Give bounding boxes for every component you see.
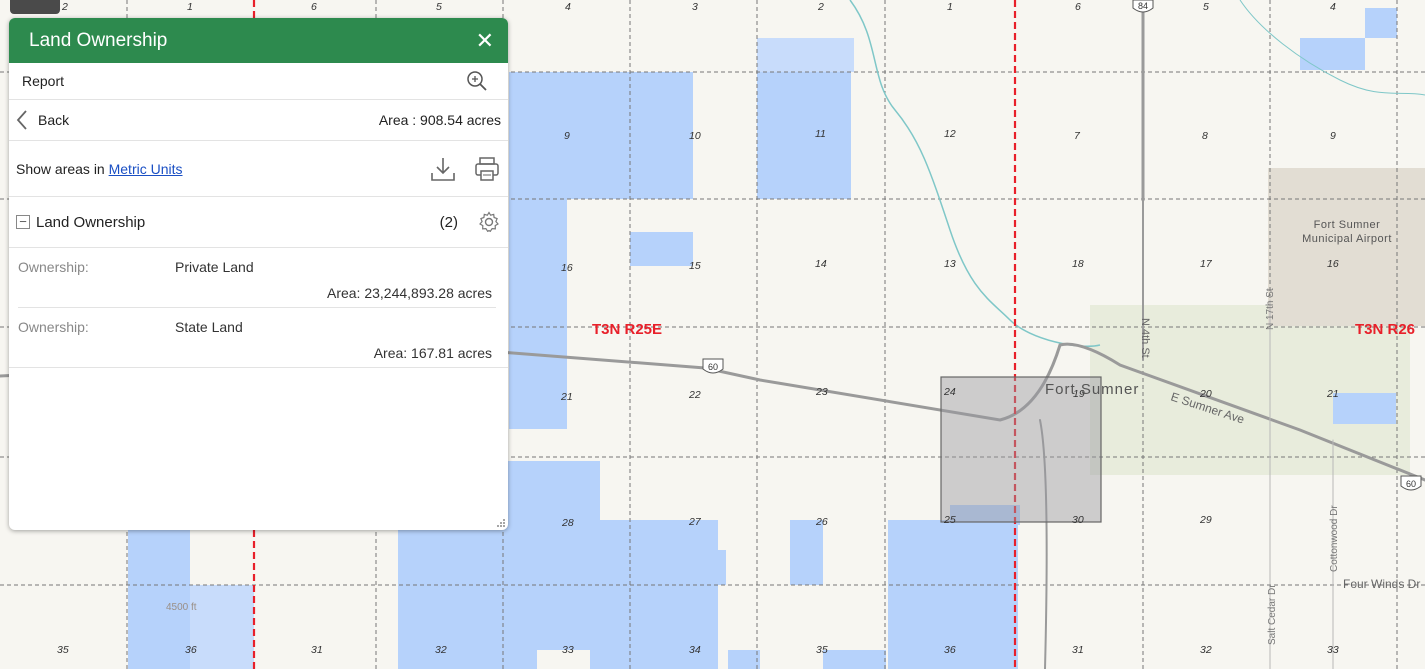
svg-text:29: 29 bbox=[1199, 514, 1212, 526]
highway-shield-60-icon: 60 bbox=[702, 358, 724, 374]
svg-text:27: 27 bbox=[688, 516, 702, 528]
svg-text:31: 31 bbox=[1072, 644, 1084, 656]
svg-text:84: 84 bbox=[1138, 1, 1148, 11]
svg-text:10: 10 bbox=[689, 130, 701, 142]
svg-text:5: 5 bbox=[1203, 1, 1209, 13]
svg-text:14: 14 bbox=[815, 258, 827, 270]
back-row: Back Area : 908.54 acres bbox=[9, 100, 508, 141]
township-label: T3N R25E bbox=[592, 321, 662, 338]
svg-text:33: 33 bbox=[562, 644, 574, 656]
layer-count: (2) bbox=[439, 213, 458, 231]
highway-shield-84-icon: 84 bbox=[1132, 0, 1154, 13]
svg-text:60: 60 bbox=[708, 362, 718, 372]
town-label: Fort Sumner bbox=[1045, 381, 1139, 398]
svg-text:32: 32 bbox=[435, 644, 447, 656]
svg-text:21: 21 bbox=[1326, 388, 1339, 400]
svg-text:35: 35 bbox=[816, 644, 828, 656]
show-areas-label: Show areas in bbox=[16, 160, 105, 177]
svg-text:36: 36 bbox=[185, 644, 197, 656]
layer-row: − Land Ownership (2) bbox=[9, 197, 508, 248]
svg-text:16: 16 bbox=[1327, 258, 1339, 270]
road-label: Salt Cedar Dr bbox=[1267, 584, 1278, 645]
ownership-area: Area: 167.81 acres bbox=[373, 345, 492, 361]
svg-text:34: 34 bbox=[689, 644, 701, 656]
ownership-key: Ownership: bbox=[18, 319, 89, 335]
back-label: Back bbox=[38, 112, 70, 128]
road-label: Four Winds Dr bbox=[1343, 577, 1420, 591]
svg-text:11: 11 bbox=[815, 128, 826, 140]
svg-text:23: 23 bbox=[815, 386, 828, 398]
close-icon[interactable]: ✕ bbox=[476, 29, 494, 52]
ownership-area: Area: 23,244,893.28 acres bbox=[326, 285, 492, 301]
svg-text:28: 28 bbox=[561, 517, 574, 529]
svg-text:9: 9 bbox=[1330, 130, 1336, 142]
svg-text:4: 4 bbox=[565, 1, 571, 13]
township-label: T3N R26 bbox=[1355, 321, 1415, 338]
layer-name: Land Ownership bbox=[36, 213, 146, 231]
svg-text:17: 17 bbox=[1200, 258, 1213, 270]
svg-text:1: 1 bbox=[947, 1, 953, 13]
zoom-to-icon[interactable] bbox=[466, 70, 488, 92]
ownership-value: State Land bbox=[175, 319, 243, 335]
area-total: Area : 908.54 acres bbox=[378, 112, 501, 128]
svg-text:24: 24 bbox=[943, 386, 956, 398]
collapse-toggle[interactable]: − bbox=[16, 215, 30, 229]
land-ownership-panel: Land Ownership ✕ Report Back Area : 908.… bbox=[9, 18, 508, 530]
svg-text:31: 31 bbox=[311, 644, 323, 656]
svg-text:2: 2 bbox=[61, 1, 68, 13]
road-label: N 4th St bbox=[1139, 318, 1151, 358]
road-label: Cottonwood Dr bbox=[1329, 505, 1340, 572]
report-label: Report bbox=[22, 73, 65, 89]
svg-text:1: 1 bbox=[187, 1, 193, 13]
report-row: Report bbox=[9, 63, 508, 100]
svg-text:21: 21 bbox=[560, 391, 573, 403]
airport-label: Fort Sumner Municipal Airport bbox=[1302, 219, 1392, 245]
svg-text:22: 22 bbox=[688, 389, 701, 401]
svg-text:26: 26 bbox=[815, 516, 828, 528]
airport-area bbox=[1268, 168, 1425, 326]
svg-text:15: 15 bbox=[689, 260, 701, 272]
contour-label: 4500 ft bbox=[166, 602, 197, 613]
panel-title: Land Ownership bbox=[29, 29, 168, 51]
back-button[interactable]: Back bbox=[15, 109, 69, 131]
highway-shield-60-icon: 60 bbox=[1400, 475, 1422, 491]
menu-button[interactable] bbox=[10, 0, 60, 14]
road-label: N 17th St bbox=[1265, 288, 1276, 330]
chevron-left-icon bbox=[16, 110, 27, 130]
panel-header: Land Ownership ✕ bbox=[9, 18, 508, 63]
svg-text:9: 9 bbox=[564, 130, 570, 142]
svg-text:25: 25 bbox=[943, 514, 956, 526]
gear-icon[interactable] bbox=[478, 211, 500, 233]
list-item: Ownership: Private Land Area: 23,244,893… bbox=[18, 248, 496, 308]
ownership-key: Ownership: bbox=[18, 259, 89, 275]
ownership-value: Private Land bbox=[175, 259, 254, 275]
svg-text:5: 5 bbox=[436, 1, 442, 13]
svg-text:18: 18 bbox=[1072, 258, 1084, 270]
svg-text:36: 36 bbox=[944, 644, 956, 656]
svg-text:30: 30 bbox=[1072, 514, 1084, 526]
svg-text:16: 16 bbox=[561, 262, 573, 274]
metric-units-link[interactable]: Metric Units bbox=[109, 161, 183, 177]
svg-text:60: 60 bbox=[1406, 479, 1416, 489]
svg-text:6: 6 bbox=[1075, 1, 1081, 13]
svg-text:6: 6 bbox=[311, 1, 317, 13]
svg-text:4: 4 bbox=[1330, 1, 1336, 13]
svg-text:12: 12 bbox=[944, 128, 956, 140]
svg-text:32: 32 bbox=[1200, 644, 1212, 656]
list-item: Ownership: State Land Area: 167.81 acres bbox=[9, 308, 508, 368]
svg-text:33: 33 bbox=[1327, 644, 1339, 656]
svg-text:35: 35 bbox=[57, 644, 69, 656]
download-icon[interactable] bbox=[430, 156, 456, 182]
print-icon[interactable] bbox=[474, 156, 500, 182]
svg-text:8: 8 bbox=[1202, 130, 1208, 142]
svg-text:2: 2 bbox=[817, 1, 824, 13]
svg-text:13: 13 bbox=[944, 258, 956, 270]
units-row: Show areas in Metric Units bbox=[9, 141, 508, 197]
svg-text:3: 3 bbox=[692, 1, 698, 13]
resize-grip-icon[interactable] bbox=[497, 519, 505, 527]
